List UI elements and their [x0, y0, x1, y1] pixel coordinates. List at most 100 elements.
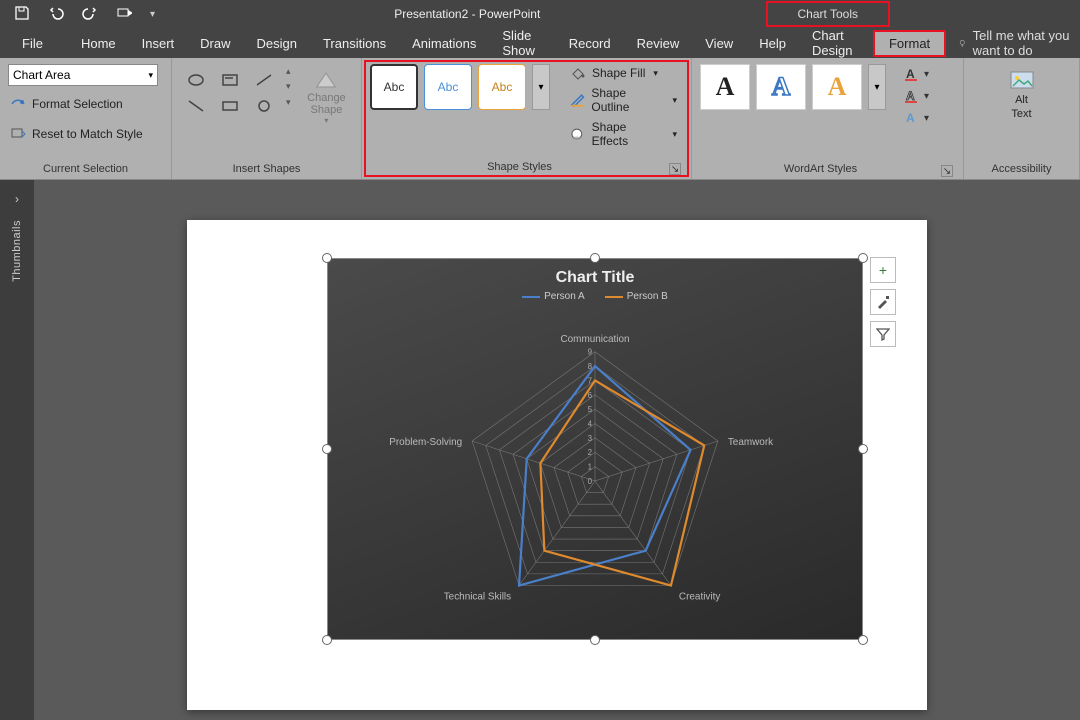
- reset-icon: [10, 126, 26, 142]
- change-shape-button: Change Shape ▾: [300, 64, 353, 129]
- funnel-icon: [876, 327, 890, 341]
- text-effects-icon: A: [902, 110, 922, 126]
- shape-line2-icon[interactable]: [184, 96, 208, 116]
- wordart-preset-3[interactable]: A: [812, 64, 862, 110]
- shapes-gallery[interactable]: [180, 64, 280, 122]
- shape-style-gallery-more[interactable]: ▾: [532, 64, 550, 110]
- chart-elements-button[interactable]: +: [870, 257, 896, 283]
- tab-help[interactable]: Help: [747, 30, 798, 57]
- alt-text-icon: [1008, 68, 1036, 92]
- tab-view[interactable]: View: [693, 30, 745, 57]
- tab-file[interactable]: File: [10, 30, 55, 57]
- selection-handle[interactable]: [858, 253, 868, 263]
- chart-title[interactable]: Chart Title: [328, 259, 862, 287]
- shape-effects-button[interactable]: Shape Effects▾: [570, 120, 677, 148]
- group-current-selection: Chart Area ▾ Format Selection Reset to M…: [0, 58, 172, 179]
- tab-record[interactable]: Record: [557, 30, 623, 57]
- lightbulb-icon: [958, 36, 967, 50]
- shape-styles-dialog-launcher[interactable]: ↘: [669, 163, 681, 175]
- thumbnails-label: Thumbnails: [11, 220, 23, 282]
- qat-more-icon[interactable]: ▾: [150, 9, 155, 20]
- paint-bucket-icon: [570, 66, 586, 80]
- gallery-up-icon[interactable]: ▴: [286, 66, 294, 77]
- redo-icon[interactable]: [82, 5, 98, 24]
- svg-text:Creativity: Creativity: [679, 591, 720, 602]
- group-label-accessibility: Accessibility: [972, 163, 1071, 177]
- radar-plot-area[interactable]: 0123456789CommunicationTeamworkCreativit…: [328, 307, 862, 639]
- tab-draw[interactable]: Draw: [188, 30, 242, 57]
- group-shape-styles: Abc Abc Abc ▾ Shape Fill▾ Shape Outline▾: [362, 58, 692, 179]
- text-outline-button[interactable]: A▾: [902, 88, 929, 104]
- svg-text:5: 5: [588, 405, 593, 414]
- tab-home[interactable]: Home: [69, 30, 128, 57]
- shape-style-preset-3[interactable]: Abc: [478, 64, 526, 110]
- wordart-dialog-launcher[interactable]: ↘: [941, 165, 953, 177]
- thumbnails-panel-collapsed[interactable]: › Thumbnails: [0, 180, 34, 720]
- svg-text:A: A: [906, 67, 915, 81]
- change-shape-icon: [312, 68, 340, 92]
- chart-object[interactable]: Chart Title Person A Person B 0123456789…: [327, 258, 863, 640]
- wordart-preset-1[interactable]: A: [700, 64, 750, 110]
- tab-review[interactable]: Review: [625, 30, 692, 57]
- legend-entry-b: Person B: [627, 291, 668, 302]
- chart-element-dropdown-value: Chart Area: [13, 68, 70, 82]
- shape-textbox-icon[interactable]: [218, 70, 242, 90]
- window-title: Presentation2 - PowerPoint: [169, 7, 765, 21]
- chart-element-dropdown[interactable]: Chart Area ▾: [8, 64, 158, 86]
- radar-svg: 0123456789CommunicationTeamworkCreativit…: [328, 307, 862, 639]
- shape-style-gallery[interactable]: Abc Abc Abc ▾: [370, 64, 550, 110]
- gallery-down-icon[interactable]: ▾: [286, 81, 294, 92]
- text-fill-button[interactable]: A▾: [902, 66, 929, 82]
- group-wordart-styles: A A A ▾ A▾ A▾ A▾ WordArt Styles ↘: [692, 58, 964, 179]
- undo-icon[interactable]: [48, 5, 64, 24]
- slide-editor-area: Chart Title Person A Person B 0123456789…: [34, 180, 1080, 720]
- slide-canvas[interactable]: Chart Title Person A Person B 0123456789…: [187, 220, 927, 710]
- pen-outline-icon: [570, 93, 585, 107]
- svg-text:4: 4: [588, 420, 593, 429]
- tell-me-search[interactable]: Tell me what you want to do: [958, 28, 1070, 58]
- selection-handle[interactable]: [590, 253, 600, 263]
- tab-design[interactable]: Design: [245, 30, 309, 57]
- legend-entry-a: Person A: [544, 291, 585, 302]
- group-label-insert-shapes: Insert Shapes: [180, 163, 353, 177]
- start-from-beginning-icon[interactable]: [116, 5, 132, 24]
- tab-insert[interactable]: Insert: [130, 30, 187, 57]
- svg-text:A: A: [906, 89, 915, 103]
- tab-format[interactable]: Format: [873, 30, 946, 57]
- group-label-wordart: WordArt Styles: [700, 163, 941, 177]
- chart-styles-button[interactable]: [870, 289, 896, 315]
- quick-access-toolbar: ▾: [0, 5, 169, 24]
- gallery-more-icon[interactable]: ▾: [286, 97, 294, 108]
- chart-filters-button[interactable]: [870, 321, 896, 347]
- svg-text:9: 9: [588, 348, 593, 357]
- alt-text-button[interactable]: Alt Text: [998, 64, 1046, 124]
- tab-transitions[interactable]: Transitions: [311, 30, 398, 57]
- group-label-current-selection: Current Selection: [8, 163, 163, 177]
- group-label-shape-styles: Shape Styles: [370, 161, 669, 175]
- format-selection-button[interactable]: Format Selection: [8, 92, 125, 116]
- wordart-preset-2[interactable]: A: [756, 64, 806, 110]
- group-accessibility: Alt Text Accessibility: [964, 58, 1080, 179]
- shape-rect-icon[interactable]: [218, 96, 242, 116]
- text-effects-button[interactable]: A▾: [902, 110, 929, 126]
- shape-oval-icon[interactable]: [184, 70, 208, 90]
- shape-circle-icon[interactable]: [252, 96, 276, 116]
- chart-legend[interactable]: Person A Person B: [328, 291, 862, 302]
- reset-to-match-style-button[interactable]: Reset to Match Style: [8, 122, 145, 146]
- text-outline-icon: A: [902, 88, 922, 104]
- svg-text:1: 1: [588, 463, 593, 472]
- tell-me-label: Tell me what you want to do: [973, 28, 1070, 58]
- chevron-right-icon: ›: [15, 192, 19, 206]
- shape-outline-button[interactable]: Shape Outline▾: [570, 86, 677, 114]
- wordart-gallery-more[interactable]: ▾: [868, 64, 886, 110]
- shape-fill-button[interactable]: Shape Fill▾: [570, 66, 677, 80]
- group-insert-shapes: ▴ ▾ ▾ Change Shape ▾ Insert Shapes: [172, 58, 362, 179]
- shape-style-preset-2[interactable]: Abc: [424, 64, 472, 110]
- wordart-gallery[interactable]: A A A ▾: [700, 64, 886, 110]
- tab-animations[interactable]: Animations: [400, 30, 488, 57]
- selection-handle[interactable]: [322, 253, 332, 263]
- save-icon[interactable]: [14, 5, 30, 24]
- shape-style-preset-1[interactable]: Abc: [370, 64, 418, 110]
- svg-text:A: A: [906, 111, 915, 125]
- shape-line-icon[interactable]: [252, 70, 276, 90]
